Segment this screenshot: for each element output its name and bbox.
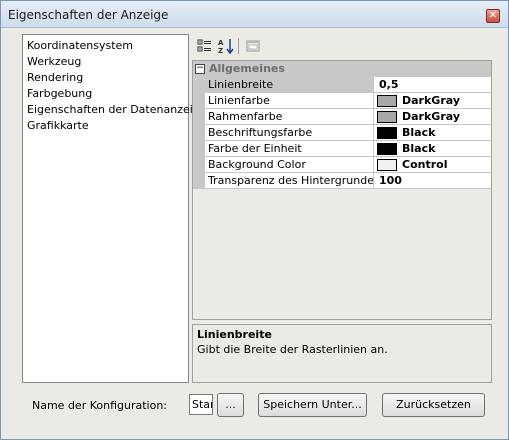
alphabetical-sort-icon[interactable]: A Z (217, 37, 235, 55)
color-swatch (377, 143, 397, 155)
browse-button[interactable]: ... (217, 393, 244, 417)
property-value[interactable]: Control (374, 157, 491, 173)
property-row[interactable]: Beschriftungsfarbe Black (193, 125, 491, 141)
row-gutter (193, 93, 205, 109)
reset-button[interactable]: Zurücksetzen (382, 393, 485, 417)
row-gutter (193, 173, 205, 189)
property-help-panel: Linienbreite Gibt die Breite der Rasterl… (192, 324, 492, 383)
property-value-text: 100 (379, 174, 402, 187)
property-value[interactable]: 100 (374, 173, 491, 189)
property-value-text: DarkGray (402, 94, 461, 107)
toolbar-separator (238, 38, 239, 54)
property-name[interactable]: Rahmenfarbe (205, 109, 374, 125)
categorized-icon[interactable] (196, 37, 214, 55)
property-value[interactable]: Black (374, 125, 491, 141)
category-label: Allgemeines (209, 62, 285, 75)
color-swatch (377, 95, 397, 107)
title-bar[interactable]: Eigenschaften der Anzeige ✕ (1, 1, 508, 28)
row-gutter (193, 157, 205, 173)
dialog-content: Koordinatensystem Werkzeug Rendering Farbge… (7, 29, 502, 432)
property-value-text: Black (402, 142, 436, 155)
row-gutter (193, 77, 205, 93)
category-list-item[interactable]: Rendering (25, 70, 186, 86)
property-row[interactable]: Linienfarbe DarkGray (193, 93, 491, 109)
property-grid-empty-area (193, 221, 491, 319)
property-row[interactable]: Background Color Control (193, 157, 491, 173)
color-swatch (377, 127, 397, 139)
property-grid: − Allgemeines Linienbreite 0,5 Linienfarbe… (192, 60, 492, 320)
property-row[interactable]: Transparenz des Hintergrundes 100 (193, 173, 491, 189)
category-list-item[interactable]: Koordinatensystem (25, 38, 186, 54)
close-button[interactable]: ✕ (486, 9, 500, 23)
config-name-label: Name der Konfiguration: (32, 399, 168, 412)
config-name-input[interactable]: Standard (189, 394, 213, 415)
property-name[interactable]: Farbe der Einheit (205, 141, 374, 157)
close-icon: ✕ (488, 10, 498, 21)
row-gutter (193, 109, 205, 125)
category-list[interactable]: Koordinatensystem Werkzeug Rendering Farbge… (22, 34, 207, 383)
category-header-allgemeines[interactable]: − Allgemeines (193, 61, 491, 77)
property-name[interactable]: Linienfarbe (205, 93, 374, 109)
properties-dialog: Eigenschaften der Anzeige ✕ Koordinatens… (0, 0, 509, 440)
color-swatch (377, 111, 397, 123)
property-row[interactable]: Linienbreite 0,5 (193, 77, 491, 93)
property-value-text: DarkGray (402, 110, 461, 123)
property-value[interactable]: DarkGray (374, 93, 491, 109)
property-row[interactable]: Farbe der Einheit Black (193, 141, 491, 157)
svg-text:A: A (218, 39, 224, 47)
property-name[interactable]: Background Color (205, 157, 374, 173)
category-list-item[interactable]: Eigenschaften der Datenanzeige (25, 102, 207, 118)
property-value[interactable]: 0,5 (374, 77, 491, 93)
help-description: Gibt die Breite der Rasterlinien an. (197, 343, 388, 356)
row-gutter (193, 141, 205, 157)
property-value[interactable]: DarkGray (374, 109, 491, 125)
category-list-item[interactable]: Farbgebung (25, 86, 186, 102)
property-value-text: Control (402, 158, 448, 171)
window-title: Eigenschaften der Anzeige (8, 8, 169, 22)
property-name[interactable]: Linienbreite (205, 77, 374, 93)
property-grid-toolbar: A Z (192, 34, 492, 60)
category-list-item[interactable]: Grafikkarte (25, 118, 186, 134)
collapse-toggle-icon[interactable]: − (195, 64, 205, 74)
property-pages-icon[interactable] (244, 37, 262, 55)
color-swatch (377, 159, 397, 171)
svg-text:Z: Z (218, 47, 223, 55)
help-title: Linienbreite (197, 328, 272, 341)
property-name[interactable]: Transparenz des Hintergrundes (205, 173, 374, 189)
property-value-text: 0,5 (379, 78, 399, 91)
property-value-text: Black (402, 126, 436, 139)
property-name[interactable]: Beschriftungsfarbe (205, 125, 374, 141)
row-gutter (193, 125, 205, 141)
save-as-button[interactable]: Speichern Unter... (258, 393, 367, 417)
property-value[interactable]: Black (374, 141, 491, 157)
property-row[interactable]: Rahmenfarbe DarkGray (193, 109, 491, 125)
category-list-item[interactable]: Werkzeug (25, 54, 186, 70)
